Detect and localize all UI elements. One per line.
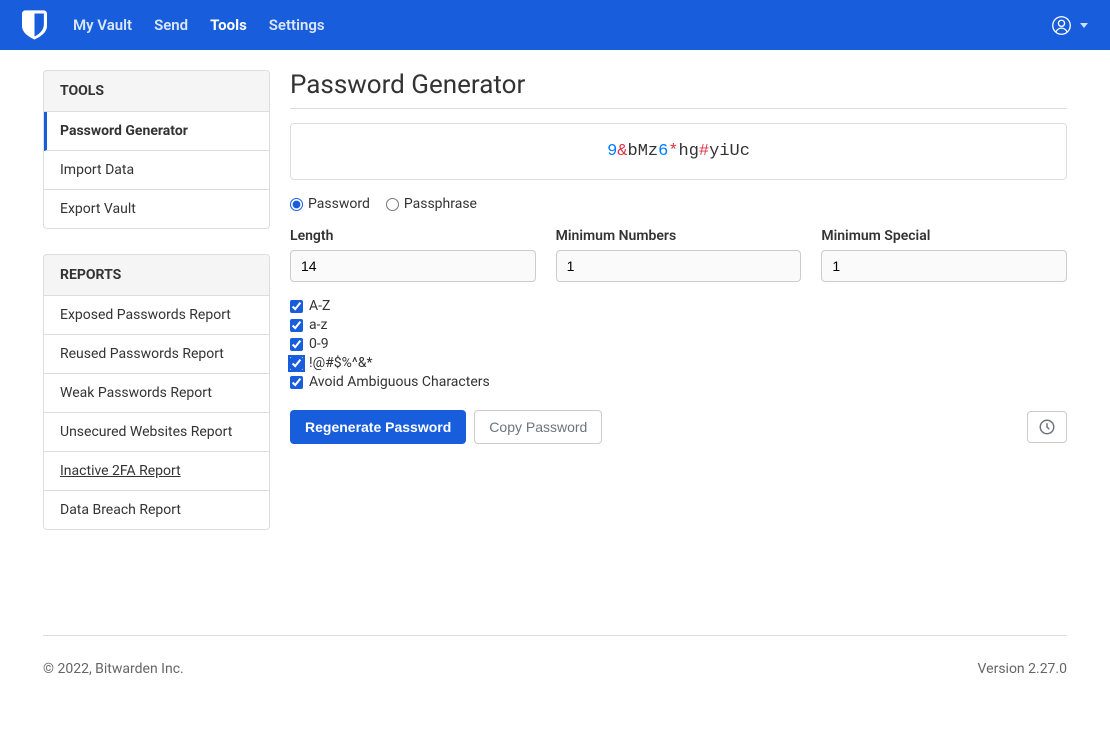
check-upper-input[interactable] [290, 300, 303, 313]
page-title: Password Generator [290, 70, 1067, 109]
sidebar-item-password-generator[interactable]: Password Generator [44, 112, 269, 151]
length-field: Length [290, 228, 536, 282]
sidebar-item-reused-passwords-report[interactable]: Reused Passwords Report [44, 335, 269, 374]
check-special-label: !@#$%^&* [309, 355, 373, 371]
user-menu[interactable] [1051, 15, 1088, 36]
sidebar-item-unsecured-websites-report[interactable]: Unsecured Websites Report [44, 413, 269, 452]
container: TOOLS Password GeneratorImport DataExpor… [0, 50, 1110, 575]
min-numbers-field: Minimum Numbers [556, 228, 802, 282]
sidebar-item-data-breach-report[interactable]: Data Breach Report [44, 491, 269, 529]
chevron-down-icon [1080, 23, 1088, 28]
length-input[interactable] [290, 250, 536, 282]
min-special-input[interactable] [821, 250, 1067, 282]
nav-links: My Vault Send Tools Settings [73, 16, 325, 34]
check-lower-label: a-z [309, 317, 327, 333]
footer-copyright: © 2022, Bitwarden Inc. [43, 661, 184, 677]
sidebar-reports-group: REPORTS Exposed Passwords ReportReused P… [43, 254, 270, 530]
user-circle-icon [1051, 15, 1072, 36]
bitwarden-logo-icon[interactable] [22, 10, 47, 40]
password-char: 9 [607, 142, 617, 161]
main-content: Password Generator 9&bMz6*hg#yiUc Passwo… [290, 70, 1067, 555]
sidebar-tools-header: TOOLS [44, 71, 269, 112]
min-numbers-input[interactable] [556, 250, 802, 282]
sidebar-reports-header: REPORTS [44, 255, 269, 296]
nav-link-settings[interactable]: Settings [269, 16, 325, 34]
clock-icon [1038, 418, 1056, 436]
check-numbers[interactable]: 0-9 [290, 336, 1067, 352]
sidebar: TOOLS Password GeneratorImport DataExpor… [43, 70, 270, 555]
generated-password-display: 9&bMz6*hg#yiUc [290, 123, 1067, 180]
password-char: M [638, 142, 648, 161]
length-label: Length [290, 228, 536, 244]
regenerate-button[interactable]: Regenerate Password [290, 410, 466, 444]
check-ambiguous[interactable]: Avoid Ambiguous Characters [290, 374, 1067, 390]
password-char: y [709, 142, 719, 161]
check-ambiguous-input[interactable] [290, 376, 303, 389]
navbar-left: My Vault Send Tools Settings [22, 10, 325, 40]
check-special[interactable]: !@#$%^&* [290, 355, 1067, 371]
history-button[interactable] [1027, 411, 1067, 443]
min-special-field: Minimum Special [821, 228, 1067, 282]
nav-link-my-vault[interactable]: My Vault [73, 16, 132, 34]
password-char: # [699, 142, 709, 161]
check-upper[interactable]: A-Z [290, 298, 1067, 314]
check-ambiguous-label: Avoid Ambiguous Characters [309, 374, 490, 390]
password-char: & [617, 142, 627, 161]
buttons-row: Regenerate Password Copy Password [290, 410, 1067, 444]
footer: © 2022, Bitwarden Inc. Version 2.27.0 [43, 635, 1067, 702]
sidebar-item-inactive-2fa-report[interactable]: Inactive 2FA Report [44, 452, 269, 491]
password-char: g [689, 142, 699, 161]
check-special-input[interactable] [290, 357, 303, 370]
password-char: c [740, 142, 750, 161]
nav-link-tools[interactable]: Tools [210, 16, 247, 34]
password-char: 6 [658, 142, 668, 161]
sidebar-item-exposed-passwords-report[interactable]: Exposed Passwords Report [44, 296, 269, 335]
check-numbers-label: 0-9 [309, 336, 329, 352]
type-radio-group: Password Passphrase [290, 196, 1067, 212]
copy-password-button[interactable]: Copy Password [474, 410, 602, 444]
password-char: i [719, 142, 729, 161]
check-lower[interactable]: a-z [290, 317, 1067, 333]
passphrase-radio-label: Passphrase [404, 196, 477, 212]
sidebar-item-export-vault[interactable]: Export Vault [44, 190, 269, 228]
sidebar-item-import-data[interactable]: Import Data [44, 151, 269, 190]
check-numbers-input[interactable] [290, 338, 303, 351]
footer-version: Version 2.27.0 [978, 661, 1067, 677]
passphrase-radio-input[interactable] [386, 198, 399, 211]
password-char: * [668, 142, 678, 161]
check-lower-input[interactable] [290, 319, 303, 332]
options-checklist: A-Z a-z 0-9 !@#$%^&* Avoid Ambiguous Charact… [290, 298, 1067, 390]
sidebar-tools-group: TOOLS Password GeneratorImport DataExpor… [43, 70, 270, 229]
password-radio-label: Password [308, 196, 370, 212]
password-char: h [679, 142, 689, 161]
password-char: U [730, 142, 740, 161]
nav-link-send[interactable]: Send [154, 16, 188, 34]
password-char: b [627, 142, 637, 161]
password-type-radio[interactable]: Password [290, 196, 370, 212]
min-numbers-label: Minimum Numbers [556, 228, 802, 244]
navbar: My Vault Send Tools Settings [0, 0, 1110, 50]
fields-row: Length Minimum Numbers Minimum Special [290, 228, 1067, 282]
password-char: z [648, 142, 658, 161]
check-upper-label: A-Z [309, 298, 330, 314]
min-special-label: Minimum Special [821, 228, 1067, 244]
sidebar-item-weak-passwords-report[interactable]: Weak Passwords Report [44, 374, 269, 413]
password-radio-input[interactable] [290, 198, 303, 211]
passphrase-type-radio[interactable]: Passphrase [386, 196, 477, 212]
